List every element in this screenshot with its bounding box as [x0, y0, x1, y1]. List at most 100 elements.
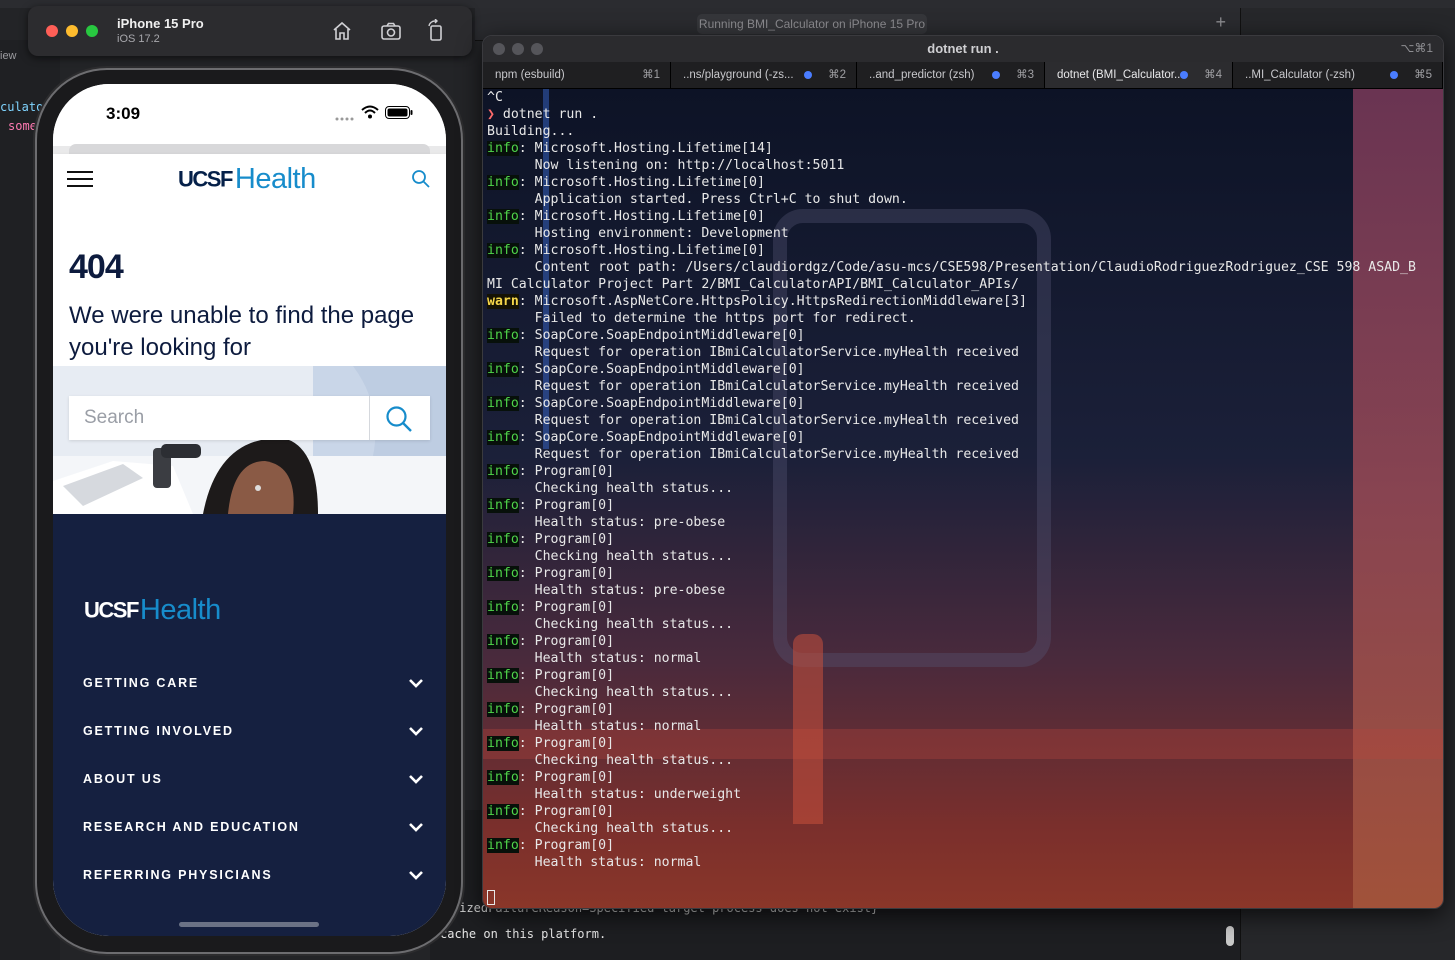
terminal-line: ❯ dotnet run .: [487, 106, 1416, 123]
home-icon[interactable]: [330, 19, 354, 43]
search-placeholder: Search: [84, 407, 145, 428]
terminal-line: info: Program[0]: [487, 565, 1416, 582]
log-text: Request for operation IBmiCalculatorServ…: [487, 379, 1019, 394]
log-text: : SoapCore.SoapEndpointMiddleware[0]: [518, 328, 805, 343]
footer-nav-label: ABOUT US: [83, 772, 163, 786]
log-level: info: [487, 175, 519, 190]
footer-logo[interactable]: UCSFHealth: [84, 594, 221, 627]
footer-nav-label: GETTING INVOLVED: [83, 724, 234, 738]
terminal-tab-label: npm (esbuild): [495, 69, 565, 81]
hamburger-menu-icon[interactable]: [53, 154, 103, 204]
log-text: : Program[0]: [518, 498, 615, 513]
terminal-body[interactable]: ^C ❯ dotnet run . Building... info: Microso…: [483, 89, 1443, 908]
terminal-line: info: Microsoft.Hosting.Lifetime[0]: [487, 242, 1416, 259]
terminal-title: dotnet run .: [927, 41, 999, 56]
terminal-line: Health status: normal: [487, 854, 1416, 871]
search-divider: [369, 396, 370, 440]
chevron-down-icon: [409, 679, 423, 688]
terminal-line: Application started. Press Ctrl+C to shu…: [487, 191, 1416, 208]
log-level: info: [487, 396, 519, 411]
terminal-line: warn: Microsoft.AspNetCore.HttpsPolicy.H…: [487, 293, 1416, 310]
log-level: info: [487, 141, 519, 156]
log-text: Checking health status...: [487, 481, 734, 496]
terminal-tab[interactable]: ..MI_Calculator (-zsh) ⌘5: [1233, 62, 1443, 88]
window-shortcut: ⌥⌘1: [1400, 41, 1433, 55]
terminal-line: Health status: pre-obese: [487, 582, 1416, 599]
log-level: info: [487, 532, 519, 547]
terminal-line: info: Program[0]: [487, 837, 1416, 854]
ucsf-health-logo[interactable]: UCSF Health: [178, 163, 316, 195]
add-tab-icon[interactable]: +: [1215, 12, 1226, 33]
terminal-titlebar: dotnet run . ⌥⌘1: [483, 36, 1443, 62]
home-indicator[interactable]: [179, 922, 319, 927]
activity-badge-icon: [1180, 71, 1188, 79]
terminal-tab[interactable]: dotnet (BMI_Calculator... ⌘4: [1045, 62, 1233, 88]
log-text: Request for operation IBmiCalculatorServ…: [487, 345, 1019, 360]
terminal-line: info: SoapCore.SoapEndpointMiddleware[0]: [487, 361, 1416, 378]
error-code: 404: [69, 248, 124, 286]
terminal-line: Failed to determine the https port for r…: [487, 310, 1416, 327]
footer-nav-getting-care[interactable]: GETTING CARE: [83, 676, 423, 696]
footer-nav-getting-involved[interactable]: GETTING INVOLVED: [83, 724, 423, 744]
iphone-frame: 3:09 UCSF Health 404 We were unable to f…: [37, 70, 461, 952]
terminal-line: info: Program[0]: [487, 769, 1416, 786]
phone-screen: 3:09 UCSF Health 404 We were unable to f…: [53, 84, 446, 936]
close-window-button[interactable]: [46, 25, 58, 37]
log-text: : Microsoft.Hosting.Lifetime[0]: [518, 175, 765, 190]
log-text: Checking health status...: [487, 821, 734, 836]
terminal-line: info: Program[0]: [487, 633, 1416, 650]
log-text: : Program[0]: [518, 668, 615, 683]
log-level: info: [487, 566, 519, 581]
log-text: : Program[0]: [518, 770, 615, 785]
log-level: info: [487, 243, 519, 258]
status-time: 3:09: [106, 104, 141, 123]
log-level: warn: [487, 294, 519, 309]
logo-health: Health: [234, 163, 316, 195]
log-text: ^C: [487, 90, 503, 105]
log-level: info: [487, 209, 519, 224]
log-text: MI Calculator Project Part 2/BMI_Calcula…: [487, 277, 1019, 292]
log-text: : SoapCore.SoapEndpointMiddleware[0]: [518, 362, 805, 377]
log-text: : Microsoft.Hosting.Lifetime[14]: [518, 141, 773, 156]
search-submit-icon[interactable]: [385, 405, 413, 433]
terminal-tab-label: ..and_predictor (zsh): [869, 69, 975, 81]
terminal-line: Health status: normal: [487, 650, 1416, 667]
rotate-icon[interactable]: [424, 19, 448, 43]
log-text: : Microsoft.Hosting.Lifetime[0]: [518, 243, 765, 258]
log-text: : Program[0]: [518, 566, 615, 581]
terminal-line: Health status: normal: [487, 718, 1416, 735]
terminal-line: Checking health status...: [487, 548, 1416, 565]
terminal-line: info: Program[0]: [487, 803, 1416, 820]
log-text: Failed to determine the https port for r…: [487, 311, 916, 326]
search-field[interactable]: Search: [69, 396, 430, 440]
device-name: iPhone 15 Pro: [117, 16, 204, 31]
log-text: : Program[0]: [518, 804, 615, 819]
terminal-line: info: Program[0]: [487, 463, 1416, 480]
terminal-line: info: Microsoft.Hosting.Lifetime[0]: [487, 174, 1416, 191]
log-text: : Program[0]: [518, 702, 615, 717]
xcode-menu-fragment: iew: [0, 50, 17, 62]
screenshot-icon[interactable]: [379, 19, 403, 43]
run-status: Running BMI_Calculator on iPhone 15 Pro: [697, 14, 927, 34]
terminal-tab[interactable]: npm (esbuild) ⌘1: [483, 62, 671, 88]
terminal-tab-shortcut: ⌘4: [1204, 69, 1222, 81]
zoom-window-button[interactable]: [86, 25, 98, 37]
footer-nav-label: REFERRING PHYSICIANS: [83, 868, 273, 882]
log-text: Checking health status...: [487, 753, 734, 768]
footer-nav-research-and-education[interactable]: RESEARCH AND EDUCATION: [83, 820, 423, 840]
minimize-window-button[interactable]: [66, 25, 78, 37]
terminal-line: info: Program[0]: [487, 701, 1416, 718]
log-text: Checking health status...: [487, 617, 734, 632]
log-text: : Program[0]: [518, 464, 615, 479]
footer-nav-referring-physicians[interactable]: REFERRING PHYSICIANS: [83, 868, 423, 888]
terminal-line: Now listening on: http://localhost:5011: [487, 157, 1416, 174]
search-icon[interactable]: [411, 169, 431, 189]
console-scrollbar[interactable]: [1226, 926, 1234, 946]
terminal-tab-label: ..ns/playground (-zs...: [683, 69, 794, 81]
error-message: We were unable to find the page you're l…: [69, 302, 415, 361]
footer-nav-about-us[interactable]: ABOUT US: [83, 772, 423, 792]
terminal-tab[interactable]: ..ns/playground (-zs... ⌘2: [671, 62, 857, 88]
site-footer: UCSFHealth GETTING CARE GETTING INVOLVED…: [53, 514, 446, 936]
chevron-down-icon: [409, 823, 423, 832]
terminal-tab[interactable]: ..and_predictor (zsh) ⌘3: [857, 62, 1045, 88]
